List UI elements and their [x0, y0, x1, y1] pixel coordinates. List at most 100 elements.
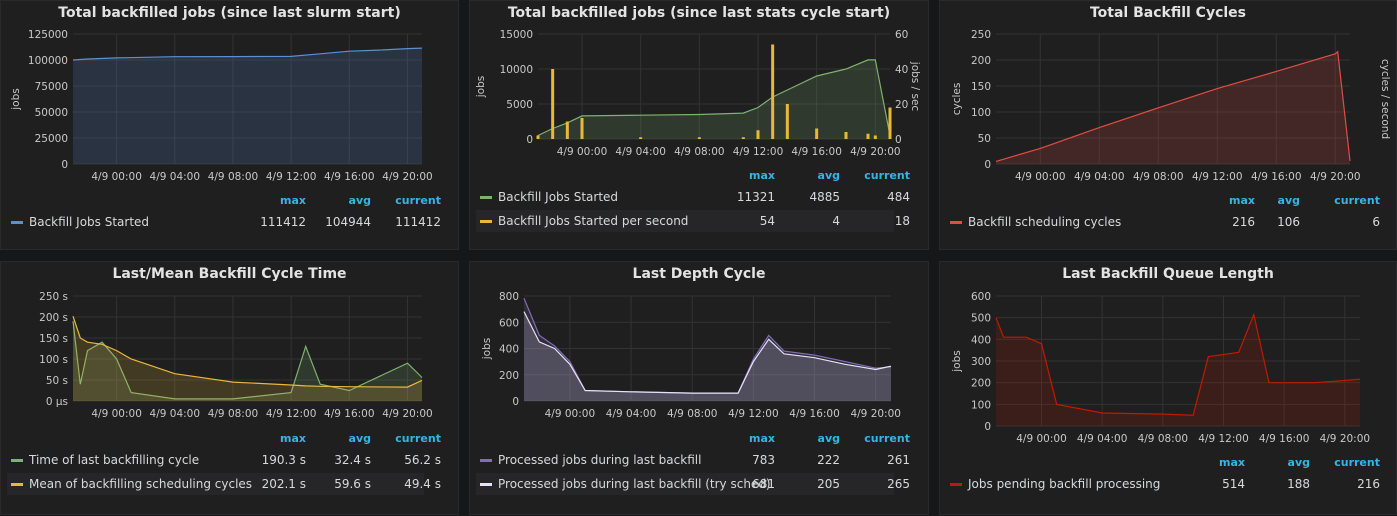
x-tick-label: 4/9 16:00 [791, 146, 842, 158]
legend-value-max: 11321 [736, 190, 775, 204]
y-tick-label: 50 s [46, 375, 68, 387]
legend-value-avg: 205 [817, 477, 840, 491]
x-tick-label: 4/9 16:00 [1259, 433, 1310, 445]
series-area [524, 311, 891, 401]
legend-series-name[interactable]: Time of last backfilling cycle [29, 453, 199, 467]
legend-value-current: 261 [887, 453, 910, 467]
x-tick-label: 4/9 08:00 [674, 146, 725, 158]
legend-value-current: 484 [887, 190, 910, 204]
legend-header-avg[interactable]: avg [1240, 194, 1300, 207]
legend-header-max[interactable]: max [715, 169, 775, 182]
y-axis-label: cycles [951, 83, 963, 116]
legend-row[interactable]: Backfill Jobs Started 111412 104944 111412 [7, 211, 441, 233]
legend-series-name[interactable]: Backfill scheduling cycles [968, 215, 1121, 229]
legend-row[interactable]: Mean of backfilling scheduling cycles 202… [7, 473, 441, 495]
legend-swatch[interactable] [950, 221, 962, 224]
y-tick-label: 200 [499, 370, 519, 382]
legend-value-max: 514 [1222, 477, 1245, 491]
legend-row[interactable]: Backfill Jobs Started 11321 4885 484 [476, 186, 910, 208]
legend-swatch[interactable] [11, 483, 23, 486]
x-tick-label: 4/9 16:00 [324, 408, 375, 420]
y-tick-label: 0 µs [46, 396, 68, 408]
legend-header-current[interactable]: current [850, 169, 910, 182]
y-tick-label: 800 [499, 291, 519, 303]
y-tick-label: 600 [499, 317, 519, 329]
legend-header-max[interactable]: max [246, 194, 306, 207]
legend-header-current[interactable]: current [850, 432, 910, 445]
legend-header-max[interactable]: max [246, 432, 306, 445]
legend-swatch[interactable] [11, 459, 23, 462]
legend-swatch[interactable] [11, 221, 23, 224]
legend-header-avg[interactable]: avg [311, 194, 371, 207]
y-tick-label: 400 [499, 344, 519, 356]
legend-header-max[interactable]: max [1185, 456, 1245, 469]
y-tick-label: 25000 [35, 133, 68, 145]
legend-value-avg: 4885 [809, 190, 840, 204]
legend-swatch[interactable] [480, 220, 492, 223]
legend-value-current: 18 [894, 214, 910, 228]
legend-value-max: 681 [752, 477, 775, 491]
legend-header-avg[interactable]: avg [780, 432, 840, 445]
legend-value-avg: 188 [1287, 477, 1310, 491]
legend-series-name[interactable]: Backfill Jobs Started [498, 190, 618, 204]
y-tick-label: 300 [971, 356, 991, 368]
legend-series-name[interactable]: Jobs pending backfill processing [968, 477, 1160, 491]
legend-series-name[interactable]: Processed jobs during last backfill [498, 453, 701, 467]
series-bar [741, 137, 745, 139]
legend-header-current[interactable]: current [1320, 194, 1380, 207]
y-tick-label: 50 [978, 133, 991, 145]
y-tick-label: 250 [971, 29, 991, 41]
x-tick-label: 4/9 16:00 [1251, 171, 1302, 183]
y-axis-label-right: cycles / second [1379, 59, 1391, 139]
x-tick-label: 4/9 12:00 [266, 171, 317, 183]
legend-row[interactable]: Processed jobs during last backfill (try… [476, 473, 910, 495]
x-tick-label: 4/9 04:00 [150, 171, 201, 183]
legend-value-current: 6 [1372, 215, 1380, 229]
legend-swatch[interactable] [950, 483, 962, 486]
legend-row[interactable]: Jobs pending backfill processing 514 188 21… [946, 473, 1380, 495]
x-tick-label: 4/9 12:00 [1198, 433, 1249, 445]
legend-header-current[interactable]: current [1320, 456, 1380, 469]
legend-row[interactable]: Backfill scheduling cycles 216 106 6 [946, 211, 1380, 233]
legend-swatch[interactable] [480, 483, 492, 486]
series-area [996, 51, 1350, 165]
y-tick-label: 0 [984, 421, 991, 433]
legend-row[interactable]: Backfill Jobs Started per second 54 4 18 [476, 210, 910, 232]
y-tick-label: 100 [971, 399, 991, 411]
legend-header-max[interactable]: max [715, 432, 775, 445]
series-bar [815, 128, 819, 139]
legend-value-max: 783 [752, 453, 775, 467]
legend-header-current[interactable]: current [381, 432, 441, 445]
legend-swatch[interactable] [480, 459, 492, 462]
x-tick-label: 4/9 20:00 [1310, 171, 1361, 183]
y-tick-label-right: 40 [895, 64, 908, 76]
y-tick-label: 0 [512, 396, 519, 408]
legend-swatch[interactable] [480, 196, 492, 199]
legend-series-name[interactable]: Backfill Jobs Started [29, 215, 149, 229]
legend-header-avg[interactable]: avg [1250, 456, 1310, 469]
series-bar [565, 121, 569, 139]
y-tick-label-right: 20 [895, 99, 908, 111]
x-tick-label: 4/9 20:00 [382, 408, 433, 420]
series-bar [785, 104, 789, 139]
y-tick-label: 600 [971, 291, 991, 303]
x-tick-label: 4/9 20:00 [850, 408, 901, 420]
x-tick-label: 4/9 12:00 [1192, 171, 1243, 183]
legend-row[interactable]: Processed jobs during last backfill 783 22… [476, 449, 910, 471]
x-tick-label: 4/9 04:00 [606, 408, 657, 420]
series-bar [771, 44, 775, 139]
legend-header-avg[interactable]: avg [311, 432, 371, 445]
legend-row[interactable]: Time of last backfilling cycle 190.3 s 32.… [7, 449, 441, 471]
legend-series-name[interactable]: Mean of backfilling scheduling cycles [29, 477, 252, 491]
x-tick-label: 4/9 00:00 [91, 408, 142, 420]
legend-series-name[interactable]: Backfill Jobs Started per second [498, 214, 688, 228]
y-tick-label: 100000 [28, 55, 68, 67]
y-tick-label: 125000 [28, 29, 68, 41]
x-tick-label: 4/9 08:00 [208, 408, 259, 420]
legend-value-current: 49.4 s [404, 477, 441, 491]
series-bar [844, 132, 848, 139]
x-tick-label: 4/9 20:00 [1320, 433, 1371, 445]
y-tick-label: 150 s [39, 333, 68, 345]
legend-header-current[interactable]: current [381, 194, 441, 207]
legend-header-avg[interactable]: avg [780, 169, 840, 182]
